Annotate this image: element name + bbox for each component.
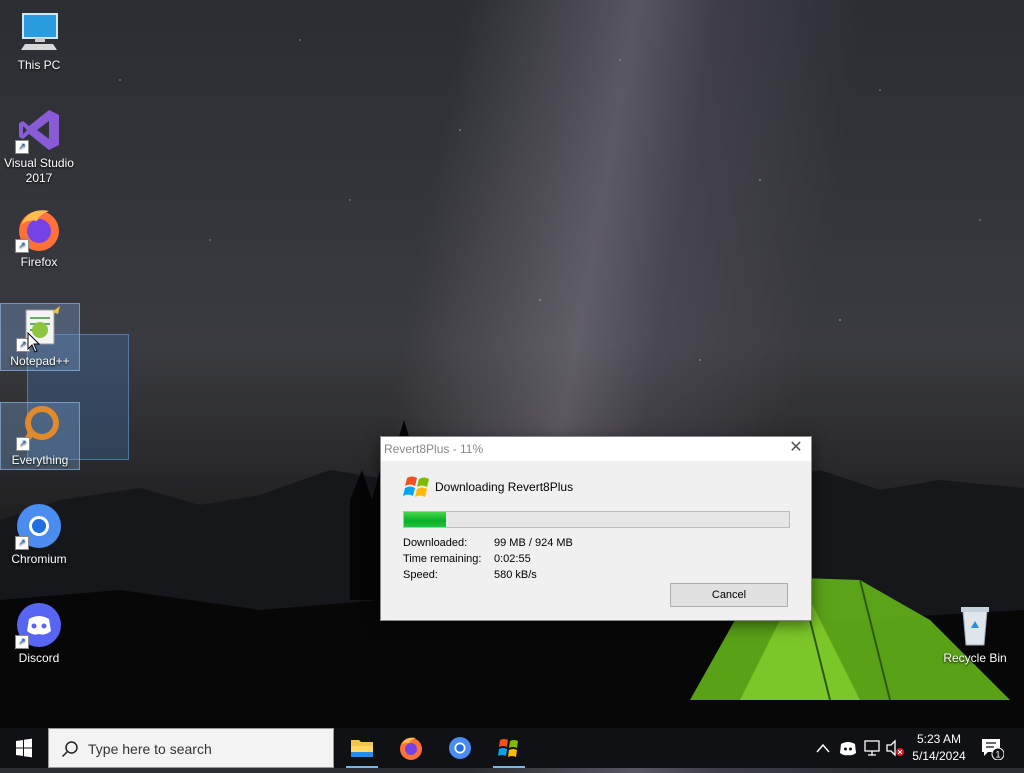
clock-date: 5/14/2024 <box>912 749 966 763</box>
search-icon <box>61 741 78 758</box>
download-progress-bar <box>403 511 790 528</box>
discord-icon: ↗ <box>15 601 63 649</box>
recycle-bin-icon <box>951 601 999 649</box>
desktop-icon-label: Discord <box>18 651 60 665</box>
taskbar-firefox[interactable] <box>387 728 435 768</box>
dialog-title-bar[interactable]: Revert8Plus - 11% ✕ <box>381 437 811 461</box>
download-heading-text: Downloading Revert8Plus <box>435 480 574 494</box>
notification-count: 1 <box>995 750 1000 760</box>
visual-studio-icon: ↗ <box>15 106 63 154</box>
taskbar-search-box[interactable]: Type here to search <box>48 728 334 768</box>
desktop-icon-label: Everything <box>11 453 69 467</box>
desktop-icon-label: Visual Studio 2017 <box>4 156 74 185</box>
taskbar-file-explorer[interactable] <box>338 728 386 768</box>
notification-icon: 1 <box>982 739 1005 761</box>
download-info: Downloaded: 99 MB / 924 MB Time remaining… <box>403 537 573 585</box>
firefox-icon <box>400 737 422 760</box>
chevron-up-icon[interactable] <box>814 728 832 768</box>
taskbar-revert8plus[interactable] <box>485 728 533 768</box>
desktop-icon-firefox[interactable]: ↗ Firefox <box>0 205 78 270</box>
shortcut-arrow-icon: ↗ <box>16 437 30 451</box>
desktop-icon-visual-studio[interactable]: ↗ Visual Studio 2017 <box>0 106 78 186</box>
desktop-icon-label: Recycle Bin <box>943 651 1007 665</box>
shortcut-arrow-icon: ↗ <box>15 140 29 154</box>
speed-value: 580 kB/s <box>494 569 537 581</box>
network-icon[interactable] <box>862 728 882 768</box>
downloaded-label: Downloaded: <box>403 537 468 549</box>
shortcut-arrow-icon: ↗ <box>15 239 29 253</box>
discord-tray-icon[interactable] <box>838 728 858 768</box>
search-placeholder: Type here to search <box>88 741 212 757</box>
desktop-icon-everything[interactable]: ↗ Everything <box>0 402 80 470</box>
shortcut-arrow-icon: ↗ <box>15 536 29 550</box>
volume-muted-icon[interactable] <box>884 728 906 768</box>
desktop-icon-label: Chromium <box>11 552 67 566</box>
download-dialog: Revert8Plus - 11% ✕ Downloading Revert8P… <box>380 436 812 621</box>
desktop-icon-label: Firefox <box>20 255 58 269</box>
notification-center-button[interactable]: 1 <box>980 736 1005 761</box>
desktop-icon-recycle-bin[interactable]: Recycle Bin <box>936 601 1014 666</box>
shortcut-arrow-icon: ↗ <box>15 635 29 649</box>
windows-start-icon <box>16 738 32 758</box>
time-remaining-value: 0:02:55 <box>494 553 531 565</box>
desktop-icon-chromium[interactable]: ↗ Chromium <box>0 502 78 567</box>
cancel-button[interactable]: Cancel <box>670 583 788 607</box>
time-remaining-label: Time remaining: <box>403 553 482 565</box>
start-button[interactable] <box>0 728 48 768</box>
desktop-icon-label: Notepad++ <box>10 354 70 368</box>
desktop-icon-discord[interactable]: ↗ Discord <box>0 601 78 666</box>
everything-search-icon: ↗ <box>16 403 64 451</box>
windows-flag-icon <box>403 476 429 497</box>
close-button[interactable]: ✕ <box>781 437 811 461</box>
taskbar-clock[interactable]: 5:23 AM 5/14/2024 <box>905 731 973 765</box>
speed-label: Speed: <box>403 569 438 581</box>
monitor-icon <box>15 8 63 56</box>
progress-bar-fill <box>404 512 447 527</box>
desktop-icon-this-pc[interactable]: This PC <box>0 8 78 73</box>
clock-time: 5:23 AM <box>916 732 962 746</box>
taskbar-chromium[interactable] <box>436 728 484 768</box>
taskbar: Type here to search 5:23 AM 5/14/2024 1 <box>0 728 1024 768</box>
mouse-cursor-icon <box>27 332 41 353</box>
dialog-title: Revert8Plus - 11% <box>384 442 484 456</box>
downloaded-value: 99 MB / 924 MB <box>494 537 573 549</box>
file-explorer-icon <box>351 740 373 757</box>
chromium-icon: ↗ <box>15 502 63 550</box>
chromium-icon <box>449 737 471 759</box>
desktop-icon-label: This PC <box>17 58 61 72</box>
windows-logo-icon <box>498 739 518 757</box>
dialog-heading: Downloading Revert8Plus <box>403 473 573 501</box>
firefox-icon: ↗ <box>15 205 63 253</box>
